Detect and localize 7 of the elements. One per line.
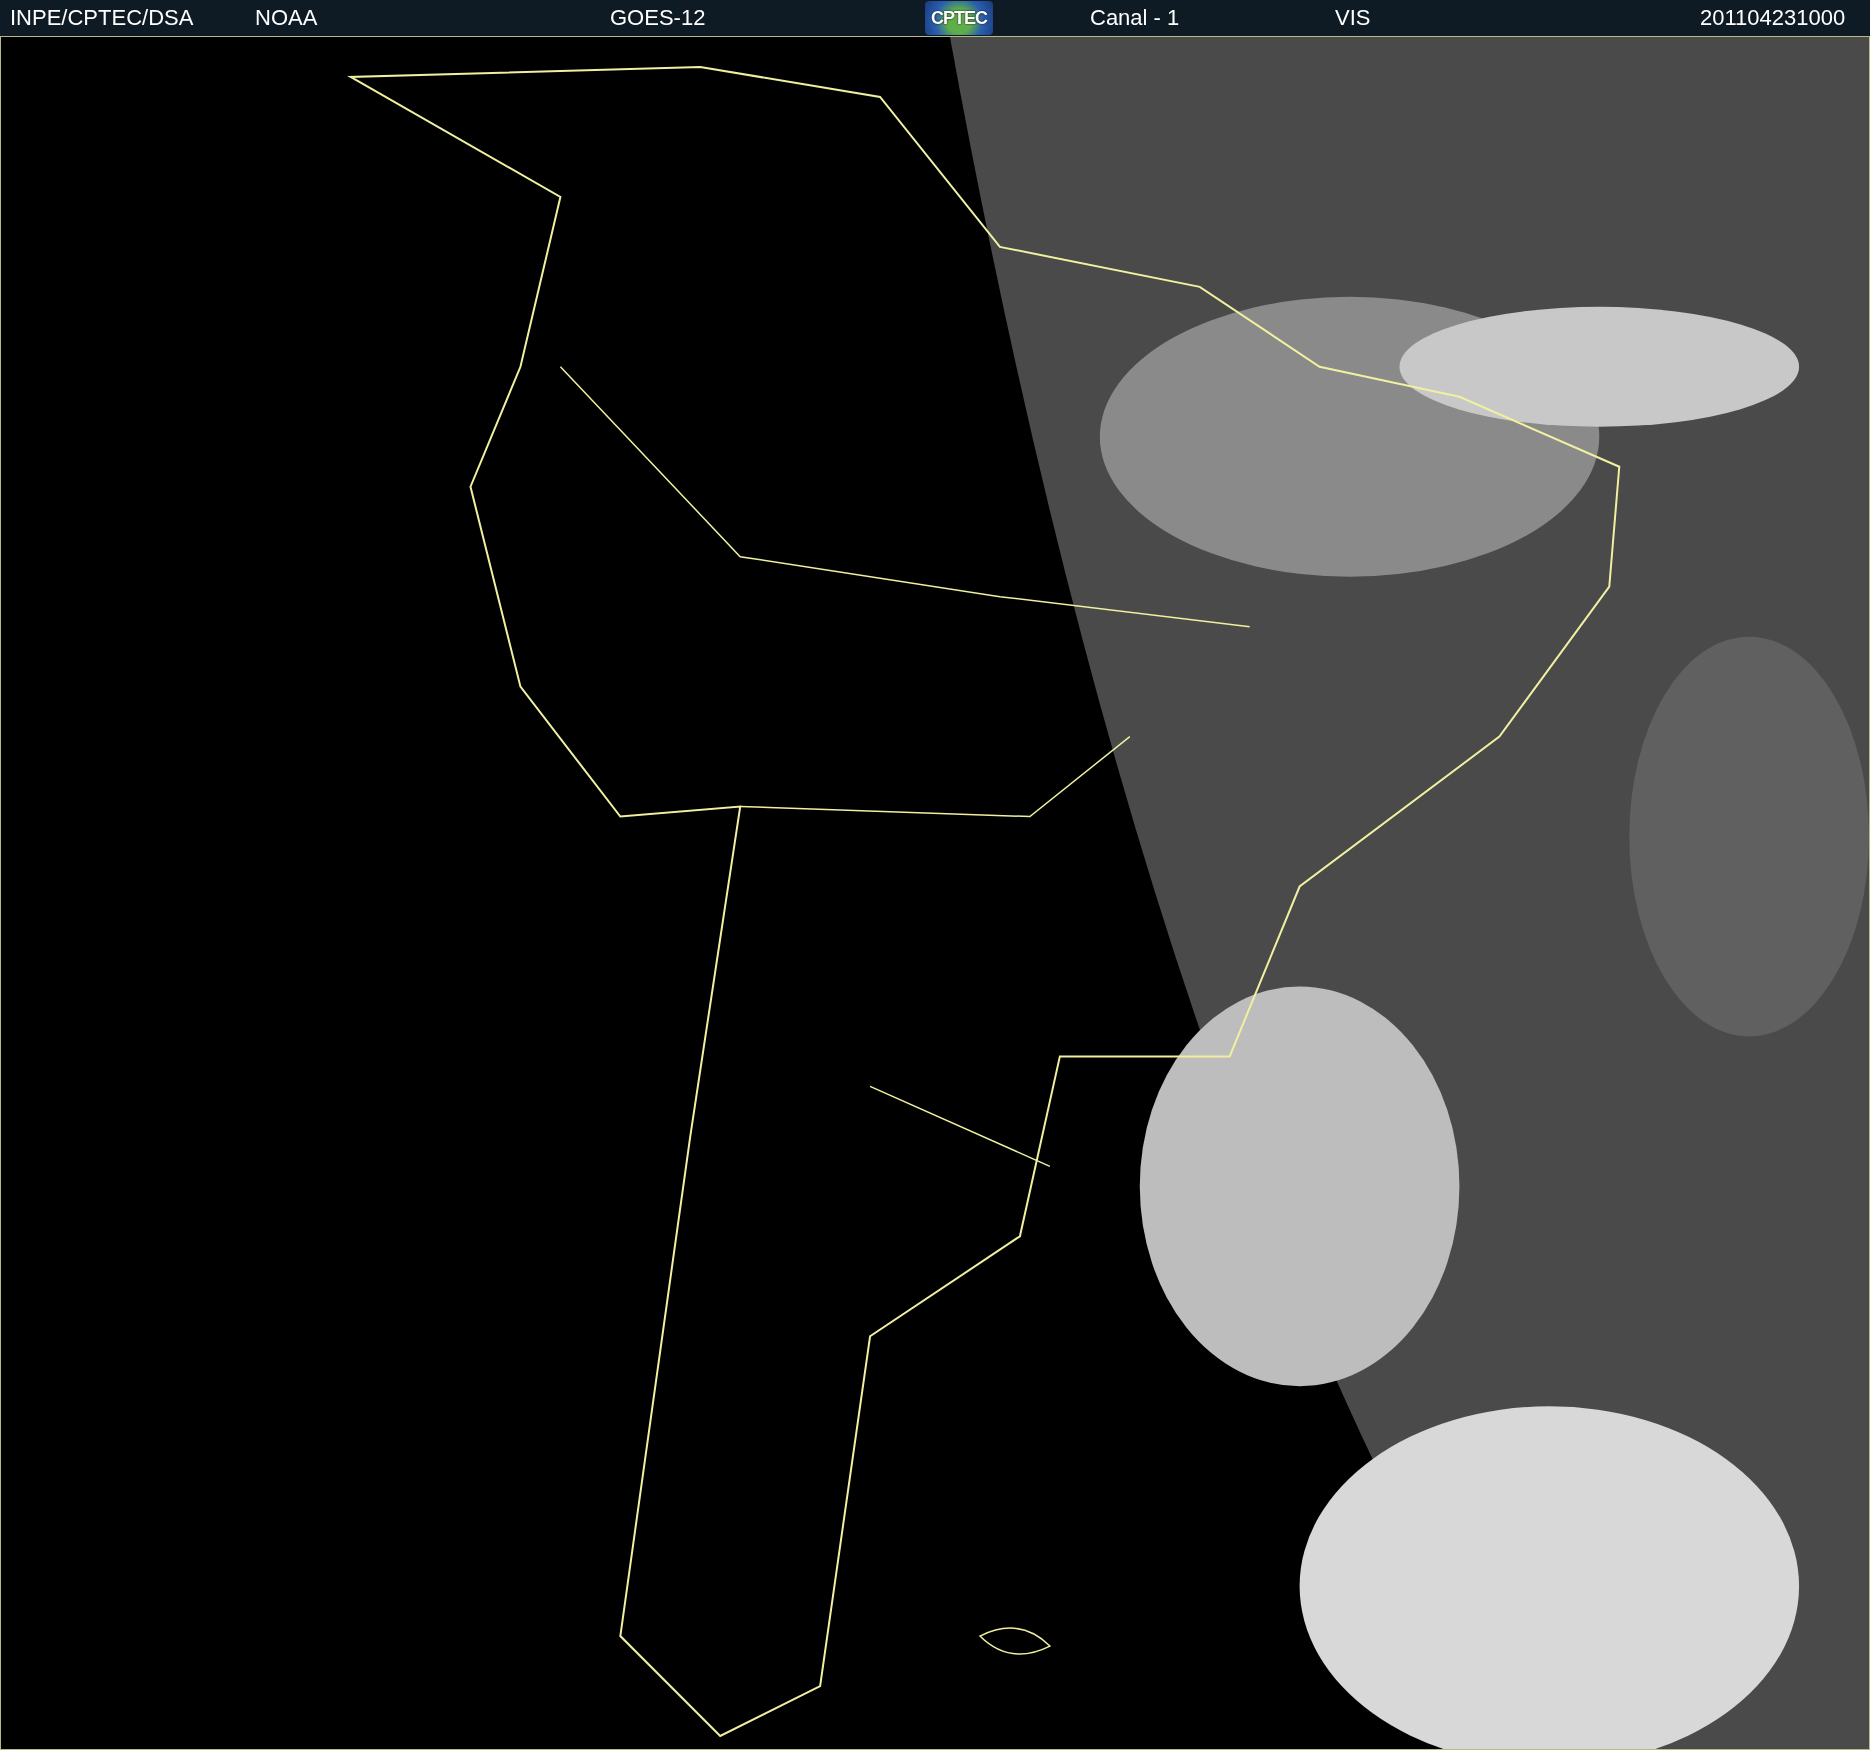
logo: CPTEC bbox=[925, 1, 993, 35]
header-label: NOAA bbox=[255, 7, 319, 29]
channel-label: Canal - 1 bbox=[1090, 7, 1181, 29]
band-label: VIS bbox=[1335, 7, 1372, 29]
header-label: GOES-12 bbox=[610, 7, 707, 29]
header-label: INPE/CPTEC/DSA bbox=[10, 7, 195, 29]
timestamp-label: 201104231000 bbox=[1700, 7, 1847, 29]
